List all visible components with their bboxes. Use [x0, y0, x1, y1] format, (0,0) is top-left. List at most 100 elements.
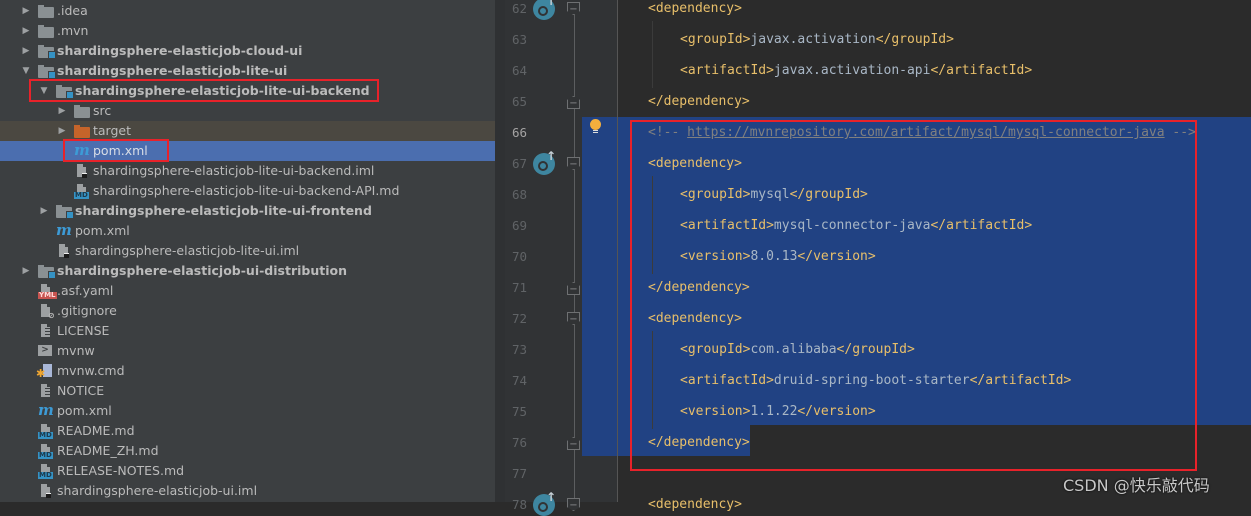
tree-item[interactable]: MD shardingsphere-elasticjob-lite-ui-back…: [0, 181, 495, 201]
xml-tag: <groupId>: [680, 32, 751, 47]
tree-item[interactable]: > mvnw: [0, 341, 495, 361]
code-line[interactable]: <version>8.0.13</version>: [680, 247, 876, 267]
tree-item[interactable]: MD README.md: [0, 421, 495, 441]
tree-item[interactable]: ✱ mvnw.cmd: [0, 361, 495, 381]
collapse-arrow-icon[interactable]: ▼: [21, 61, 31, 81]
cmd-file-icon: ✱: [36, 364, 54, 379]
expand-arrow-icon[interactable]: ▶: [21, 21, 31, 41]
xml-tag: </groupId>: [789, 187, 868, 202]
maven-icon: m: [56, 221, 72, 239]
tree-item[interactable]: shardingsphere-elasticjob-lite-ui.iml: [0, 241, 495, 261]
line-number: 72: [511, 311, 527, 326]
tree-item-label: src: [93, 103, 112, 118]
tree-item[interactable]: ▶ .idea: [0, 1, 495, 21]
tree-item-label: README.md: [57, 423, 135, 438]
xml-text-value: 1.1.22: [750, 404, 798, 419]
module-folder-icon: [38, 45, 56, 59]
tree-item-label: .mvn: [57, 23, 89, 38]
implements-gutter-icon[interactable]: ↑: [533, 149, 556, 175]
iml-badge: [82, 173, 87, 178]
implements-gutter-icon[interactable]: ↑: [533, 490, 556, 516]
line-number: 68: [511, 187, 527, 202]
code-line[interactable]: <groupId>mysql</groupId>: [680, 185, 868, 205]
code-line[interactable]: <artifactId>druid-spring-boot-starter</a…: [680, 371, 1071, 391]
tree-item[interactable]: m pom.xml: [0, 401, 495, 421]
tree-item[interactable]: ▶ .mvn: [0, 21, 495, 41]
tree-item-label: NOTICE: [57, 383, 105, 398]
tree-item[interactable]: MD RELEASE-NOTES.md: [0, 461, 495, 481]
md-badge: MD: [38, 451, 53, 459]
code-line[interactable]: <artifactId>javax.activation-api</artifa…: [680, 61, 1032, 81]
tree-item[interactable]: ▶ shardingsphere-elasticjob-cloud-ui: [0, 41, 495, 61]
expand-arrow-icon[interactable]: ▶: [21, 261, 31, 281]
tree-item-label: shardingsphere-elasticjob-lite-ui-backen…: [93, 163, 375, 178]
xml-tag: <version>: [680, 404, 751, 419]
code-line[interactable]: </dependency>: [648, 92, 750, 112]
tree-item[interactable]: m pom.xml: [0, 221, 495, 241]
xml-text-value: druid-spring-boot-starter: [773, 373, 970, 388]
expand-arrow-icon[interactable]: ▶: [57, 101, 67, 121]
xml-tag: </groupId>: [836, 342, 915, 357]
xml-text-value: javax.activation-api: [773, 63, 931, 78]
tree-item[interactable]: m pom.xml: [0, 141, 495, 161]
code-line[interactable]: <version>1.1.22</version>: [680, 402, 876, 422]
comment-url-link[interactable]: https://mvnrepository.com/artifact/mysql…: [687, 125, 1164, 140]
expand-arrow-icon[interactable]: ▶: [21, 41, 31, 61]
code-line[interactable]: </dependency>: [648, 278, 750, 298]
tree-item[interactable]: shardingsphere-elasticjob-ui.iml: [0, 481, 495, 501]
tree-item-label: .gitignore: [57, 303, 117, 318]
tree-item[interactable]: ▶ src: [0, 101, 495, 121]
tree-item[interactable]: ▼ shardingsphere-elasticjob-lite-ui-backe…: [0, 81, 495, 101]
code-line[interactable]: <!-- https://mvnrepository.com/artifact/…: [648, 123, 1196, 143]
tree-item[interactable]: ▶ target: [0, 121, 495, 141]
tree-item-label: mvnw: [57, 343, 95, 358]
tree-item-label: .idea: [57, 3, 88, 18]
project-tree[interactable]: ▶ .idea ▶ .mvn ▶ shardingsphere-elasticjob-cl…: [0, 0, 495, 502]
code-line[interactable]: <dependency>: [648, 309, 742, 329]
code-line[interactable]: <groupId>com.alibaba</groupId>: [680, 340, 915, 360]
markdown-file-icon: MD: [38, 444, 54, 459]
tree-item[interactable]: LICENSE: [0, 321, 495, 341]
maven-icon: m: [38, 401, 54, 419]
tree-item[interactable]: ▼ shardingsphere-elasticjob-lite-ui: [0, 61, 495, 81]
code-line[interactable]: <groupId>javax.activation</groupId>: [680, 30, 954, 50]
tree-item-label: shardingsphere-elasticjob-lite-ui: [57, 63, 288, 78]
fold-collapse-icon[interactable]: −: [567, 498, 580, 511]
code-line[interactable]: <dependency>: [648, 0, 742, 19]
tree-item-label: shardingsphere-elasticjob-lite-ui-backen…: [93, 183, 400, 198]
tree-item-label: RELEASE-NOTES.md: [57, 463, 185, 478]
xml-text-value: javax.activation: [750, 32, 876, 47]
tree-item[interactable]: ▶ shardingsphere-elasticjob-lite-ui-front…: [0, 201, 495, 221]
xml-tag: <artifactId>: [680, 63, 774, 78]
expand-arrow-icon[interactable]: ▶: [21, 1, 31, 21]
code-line[interactable]: <dependency>: [648, 495, 742, 515]
code-line[interactable]: <artifactId>mysql-connector-java</artifa…: [680, 216, 1032, 236]
tree-item[interactable]: ⊘ .gitignore: [0, 301, 495, 321]
tree-item-label: shardingsphere-elasticjob-ui-distributio…: [57, 263, 347, 278]
folder-icon: [38, 25, 54, 38]
xml-text-value: com.alibaba: [750, 342, 837, 357]
xml-tag: </artifactId>: [969, 373, 1072, 388]
indent-guide: [652, 331, 653, 429]
tree-editor-divider[interactable]: [495, 0, 505, 502]
tree-item[interactable]: YML .asf.yaml: [0, 281, 495, 301]
code-line[interactable]: <dependency>: [648, 154, 742, 174]
tree-item[interactable]: MD README_ZH.md: [0, 441, 495, 461]
yaml-file-icon: YML: [38, 284, 57, 299]
tree-item-label: pom.xml: [75, 223, 130, 238]
expand-arrow-icon[interactable]: ▶: [57, 121, 67, 141]
code-line[interactable]: </dependency>: [648, 433, 750, 453]
iml-file-icon: [56, 244, 72, 258]
collapse-arrow-icon[interactable]: ▼: [39, 81, 49, 101]
expand-arrow-icon[interactable]: ▶: [39, 201, 49, 221]
tree-item[interactable]: ▶ shardingsphere-elasticjob-ui-distributi…: [0, 261, 495, 281]
module-folder-icon: [56, 85, 74, 99]
tree-item-label: shardingsphere-elasticjob-lite-ui-fronte…: [75, 203, 372, 218]
xml-tag: </artifactId>: [930, 218, 1033, 233]
tree-item[interactable]: shardingsphere-elasticjob-lite-ui-backen…: [0, 161, 495, 181]
module-folder-icon: [56, 205, 74, 219]
tree-item[interactable]: NOTICE: [0, 381, 495, 401]
iml-file-icon: [74, 164, 90, 178]
tree-item-label: shardingsphere-elasticjob-lite-ui-backen…: [75, 83, 370, 98]
intention-bulb-icon[interactable]: [590, 119, 601, 131]
